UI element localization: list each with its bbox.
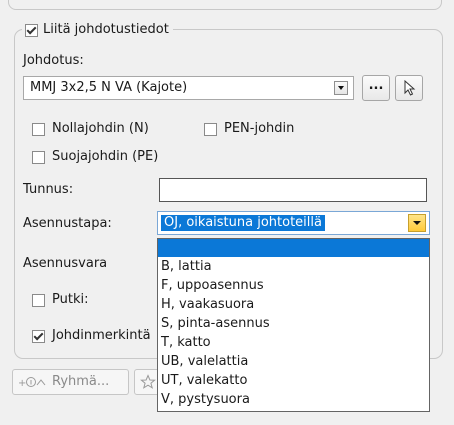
putki-option[interactable]: Putki: [32,292,88,308]
johdinmerkinta-label: Johdinmerkintä [52,328,151,343]
nollajohdin-label: Nollajohdin (N) [52,121,149,136]
pick-from-drawing-button[interactable] [395,75,423,101]
tunnus-input[interactable] [159,178,427,202]
list-item[interactable]: UT, valekatto [158,371,429,390]
nollajohdin-option[interactable]: Nollajohdin (N) [32,121,149,137]
johdotus-label: Johdotus: [23,53,84,68]
putki-checkbox[interactable] [32,293,45,307]
johdinmerkinta-checkbox[interactable] [32,329,45,343]
list-item[interactable]: B, lattia [158,257,429,276]
asennusvara-label: Asennusvara [23,256,108,271]
list-item[interactable]: S, pinta-asennus [158,314,429,333]
asennustapa-label: Asennustapa: [23,216,112,231]
tunnus-label: Tunnus: [23,182,74,197]
ryhma-button[interactable]: + Ryhmä... [12,369,129,395]
suojajohdin-label: Suojajohdin (PE) [52,149,159,164]
wiring-info-legend[interactable]: Liitä johdotustiedot [22,21,173,39]
list-item[interactable]: T, katto [158,333,429,352]
asennustapa-selected-value: OJ, oikaistuna johtoteillä [161,215,325,231]
wiring-info-checkbox[interactable] [25,23,38,37]
nollajohdin-checkbox[interactable] [32,122,45,136]
list-item[interactable] [158,239,429,257]
johdinmerkinta-option[interactable]: Johdinmerkintä [32,328,151,344]
johdotus-combobox[interactable]: MMJ 3x2,5 N VA (Kajote) [23,76,354,100]
pen-checkbox[interactable] [204,122,217,136]
dropdown-arrow-icon[interactable] [334,81,348,95]
suojajohdin-checkbox[interactable] [32,150,45,164]
asennustapa-dropdown-list[interactable]: B, lattia F, uppoasennus H, vaakasuora S… [157,238,430,412]
list-item[interactable]: UB, valelattia [158,352,429,371]
johdotus-more-button[interactable]: ... [362,75,390,101]
svg-text:+: + [18,378,26,389]
pen-label: PEN-johdin [224,121,295,136]
group-add-icon: + [18,377,46,389]
list-item[interactable]: V, pystysuora [158,390,429,409]
top-panel-frame [8,0,442,10]
suojajohdin-option[interactable]: Suojajohdin (PE) [32,149,158,165]
list-item[interactable]: H, vaakasuora [158,295,429,314]
star-icon [140,374,156,389]
wiring-info-label: Liitä johdotustiedot [43,22,169,37]
ryhma-label: Ryhmä... [52,374,110,389]
more-dots-label: ... [368,78,384,93]
pen-option[interactable]: PEN-johdin [204,121,294,137]
johdotus-value: MMJ 3x2,5 N VA (Kajote) [30,80,188,95]
putki-label: Putki: [52,292,89,307]
asennustapa-combobox[interactable]: OJ, oikaistuna johtoteillä [157,211,430,235]
cursor-pointer-icon [404,80,416,96]
dropdown-arrow-icon[interactable] [408,214,426,232]
list-item[interactable]: F, uppoasennus [158,276,429,295]
